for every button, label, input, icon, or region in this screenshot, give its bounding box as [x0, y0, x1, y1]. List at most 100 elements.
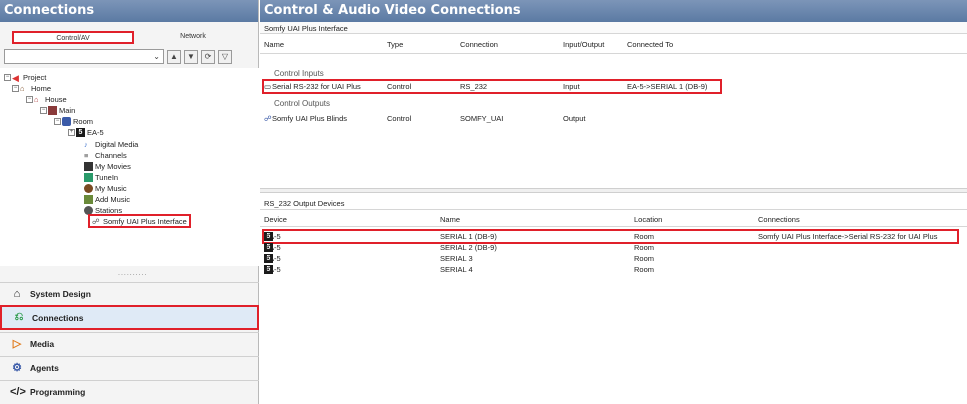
- device-subtitle: Somfy UAI Plus Interface: [260, 22, 967, 34]
- table-row[interactable]: 5 EA-5 SERIAL 1 (DB-9) Room Somfy UAI Plu…: [260, 232, 967, 242]
- device-label: EA-5: [264, 243, 281, 252]
- tree-item-house[interactable]: − ⌂ House: [26, 94, 67, 105]
- tree-item-my-music[interactable]: My Music: [84, 183, 127, 194]
- tree-label: Project: [23, 73, 47, 82]
- tree-label: Main: [59, 106, 76, 115]
- cell-io: Output: [563, 114, 586, 123]
- cell-name: Serial RS-232 for UAI Plus: [272, 82, 361, 91]
- tunein-icon: [84, 173, 93, 182]
- nav-label: Connections: [32, 312, 84, 323]
- serial-port-icon: ▭: [264, 82, 272, 91]
- tree-item-my-movies[interactable]: My Movies: [84, 161, 131, 172]
- col-device[interactable]: Device: [264, 215, 287, 224]
- table-row[interactable]: ▭ Serial RS-232 for UAI Plus Control RS_…: [264, 81, 719, 92]
- tree-label: TuneIn: [95, 173, 119, 182]
- cell-location: Room: [634, 243, 655, 252]
- table-row[interactable]: 5 EA-5 SERIAL 3 Room: [260, 254, 967, 264]
- nav-label: Agents: [30, 362, 59, 373]
- tree-item-tunein[interactable]: TuneIn: [84, 172, 118, 183]
- home-icon: ⌂: [20, 84, 25, 93]
- col-location[interactable]: Location: [634, 215, 662, 224]
- col-name[interactable]: Name: [264, 40, 284, 49]
- agents-icon: ⚙: [12, 362, 22, 374]
- chevron-down-icon[interactable]: ⌄: [153, 52, 160, 61]
- expand-icon[interactable]: +: [68, 129, 75, 136]
- tree-item-channels[interactable]: ≡ Channels: [84, 150, 127, 161]
- right-panel-title: Control & Audio Video Connections: [260, 0, 967, 22]
- cell-dev-name: SERIAL 3: [440, 254, 473, 263]
- music-icon: [84, 184, 93, 193]
- devices-table-header: Device Name Location Connections: [260, 212, 967, 227]
- collapse-icon[interactable]: −: [12, 85, 19, 92]
- col-connected-to[interactable]: Connected To: [627, 40, 673, 49]
- col-dev-name[interactable]: Name: [440, 215, 460, 224]
- tree-item-project[interactable]: − ◀ Project: [4, 72, 46, 83]
- table-row[interactable]: 5 EA-5 SERIAL 4 Room: [260, 265, 967, 275]
- refresh-button[interactable]: ⟳: [201, 49, 215, 64]
- tree-item-room[interactable]: − Room: [54, 116, 93, 127]
- nav-label: Programming: [30, 386, 86, 397]
- house-icon: ⌂: [34, 95, 39, 104]
- tree-label: Home: [31, 84, 52, 93]
- blinds-icon: ☍: [264, 114, 272, 123]
- cell-connections: Somfy UAI Plus Interface->Serial RS-232 …: [758, 232, 938, 241]
- tree-label: Channels: [95, 151, 127, 160]
- tree-item-somfy[interactable]: ☍ Somfy UAI Plus Interface: [88, 214, 191, 228]
- cell-connection: RS_232: [460, 82, 488, 91]
- tree-label: Somfy UAI Plus Interface: [103, 216, 187, 226]
- tree-label: EA-5: [87, 128, 104, 137]
- table-row[interactable]: 5 EA-5 SERIAL 2 (DB-9) Room: [260, 243, 967, 253]
- move-down-button[interactable]: ▼: [184, 49, 198, 64]
- table-row[interactable]: ☍ Somfy UAI Plus Blinds Control SOMFY_UA…: [264, 113, 719, 124]
- left-panel: Connections Control/AV Network ⌄ ▲ ▼ ⟳ ▽…: [0, 0, 259, 404]
- controller-icon: 5: [76, 128, 85, 137]
- group-control-inputs: Control Inputs: [274, 69, 324, 78]
- move-up-button[interactable]: ▲: [167, 49, 181, 64]
- filter-button[interactable]: ▽: [218, 49, 232, 64]
- cell-name: Somfy UAI Plus Blinds: [272, 114, 348, 123]
- tree-label: My Movies: [95, 162, 131, 171]
- nav-agents[interactable]: ⚙ Agents: [0, 356, 259, 378]
- cell-connection: SOMFY_UAI: [460, 114, 504, 123]
- tab-network[interactable]: Network: [134, 31, 252, 44]
- movies-icon: [84, 162, 93, 171]
- tree-item-add-music[interactable]: Add Music: [84, 194, 130, 205]
- nav-media[interactable]: ▷ Media: [0, 332, 259, 354]
- collapse-icon[interactable]: −: [40, 107, 47, 114]
- col-connections[interactable]: Connections: [758, 215, 800, 224]
- tree-item-main[interactable]: − Main: [40, 105, 75, 116]
- collapse-icon[interactable]: −: [54, 118, 61, 125]
- project-icon: ◀: [12, 73, 19, 83]
- project-tree: − ◀ Project − ⌂ Home − ⌂ House − Main − Room +5 E…: [0, 68, 259, 266]
- col-io[interactable]: Input/Output: [563, 40, 604, 49]
- device-label: EA-5: [264, 232, 281, 241]
- cell-connected-to: EA-5->SERIAL 1 (DB-9): [627, 82, 708, 91]
- nav-system-design[interactable]: ⌂ System Design: [0, 282, 259, 304]
- nav-programming[interactable]: </> Programming: [0, 380, 259, 402]
- tree-item-home[interactable]: − ⌂ Home: [12, 83, 51, 94]
- nav-label: System Design: [30, 288, 91, 299]
- device-label: EA-5: [264, 265, 281, 274]
- room-icon: [62, 117, 71, 126]
- add-music-icon: [84, 195, 93, 204]
- pane-splitter[interactable]: [260, 188, 967, 193]
- programming-icon: </>: [10, 385, 26, 398]
- cell-io: Input: [563, 82, 580, 91]
- tab-control-av[interactable]: Control/AV: [12, 31, 134, 44]
- col-type[interactable]: Type: [387, 40, 403, 49]
- search-row: ⌄ ▲ ▼ ⟳ ▽: [4, 48, 256, 65]
- tree-item-ea5[interactable]: +5 EA-5: [68, 127, 104, 138]
- digital-media-icon: ♪: [84, 140, 88, 149]
- cell-type: Control: [387, 82, 412, 91]
- tree-label: Digital Media: [95, 140, 139, 149]
- collapse-icon[interactable]: −: [4, 74, 11, 81]
- col-connection[interactable]: Connection: [460, 40, 498, 49]
- nav-connections[interactable]: ⎌ Connections: [0, 305, 259, 330]
- cell-location: Room: [634, 265, 655, 274]
- search-input[interactable]: ⌄: [4, 49, 164, 64]
- collapse-icon[interactable]: −: [26, 96, 33, 103]
- tree-item-digital-media[interactable]: ♪ Digital Media: [84, 139, 138, 150]
- cell-location: Room: [634, 232, 655, 241]
- splitter-grip[interactable]: ..........: [118, 270, 147, 277]
- blinds-icon: ☍: [92, 216, 100, 226]
